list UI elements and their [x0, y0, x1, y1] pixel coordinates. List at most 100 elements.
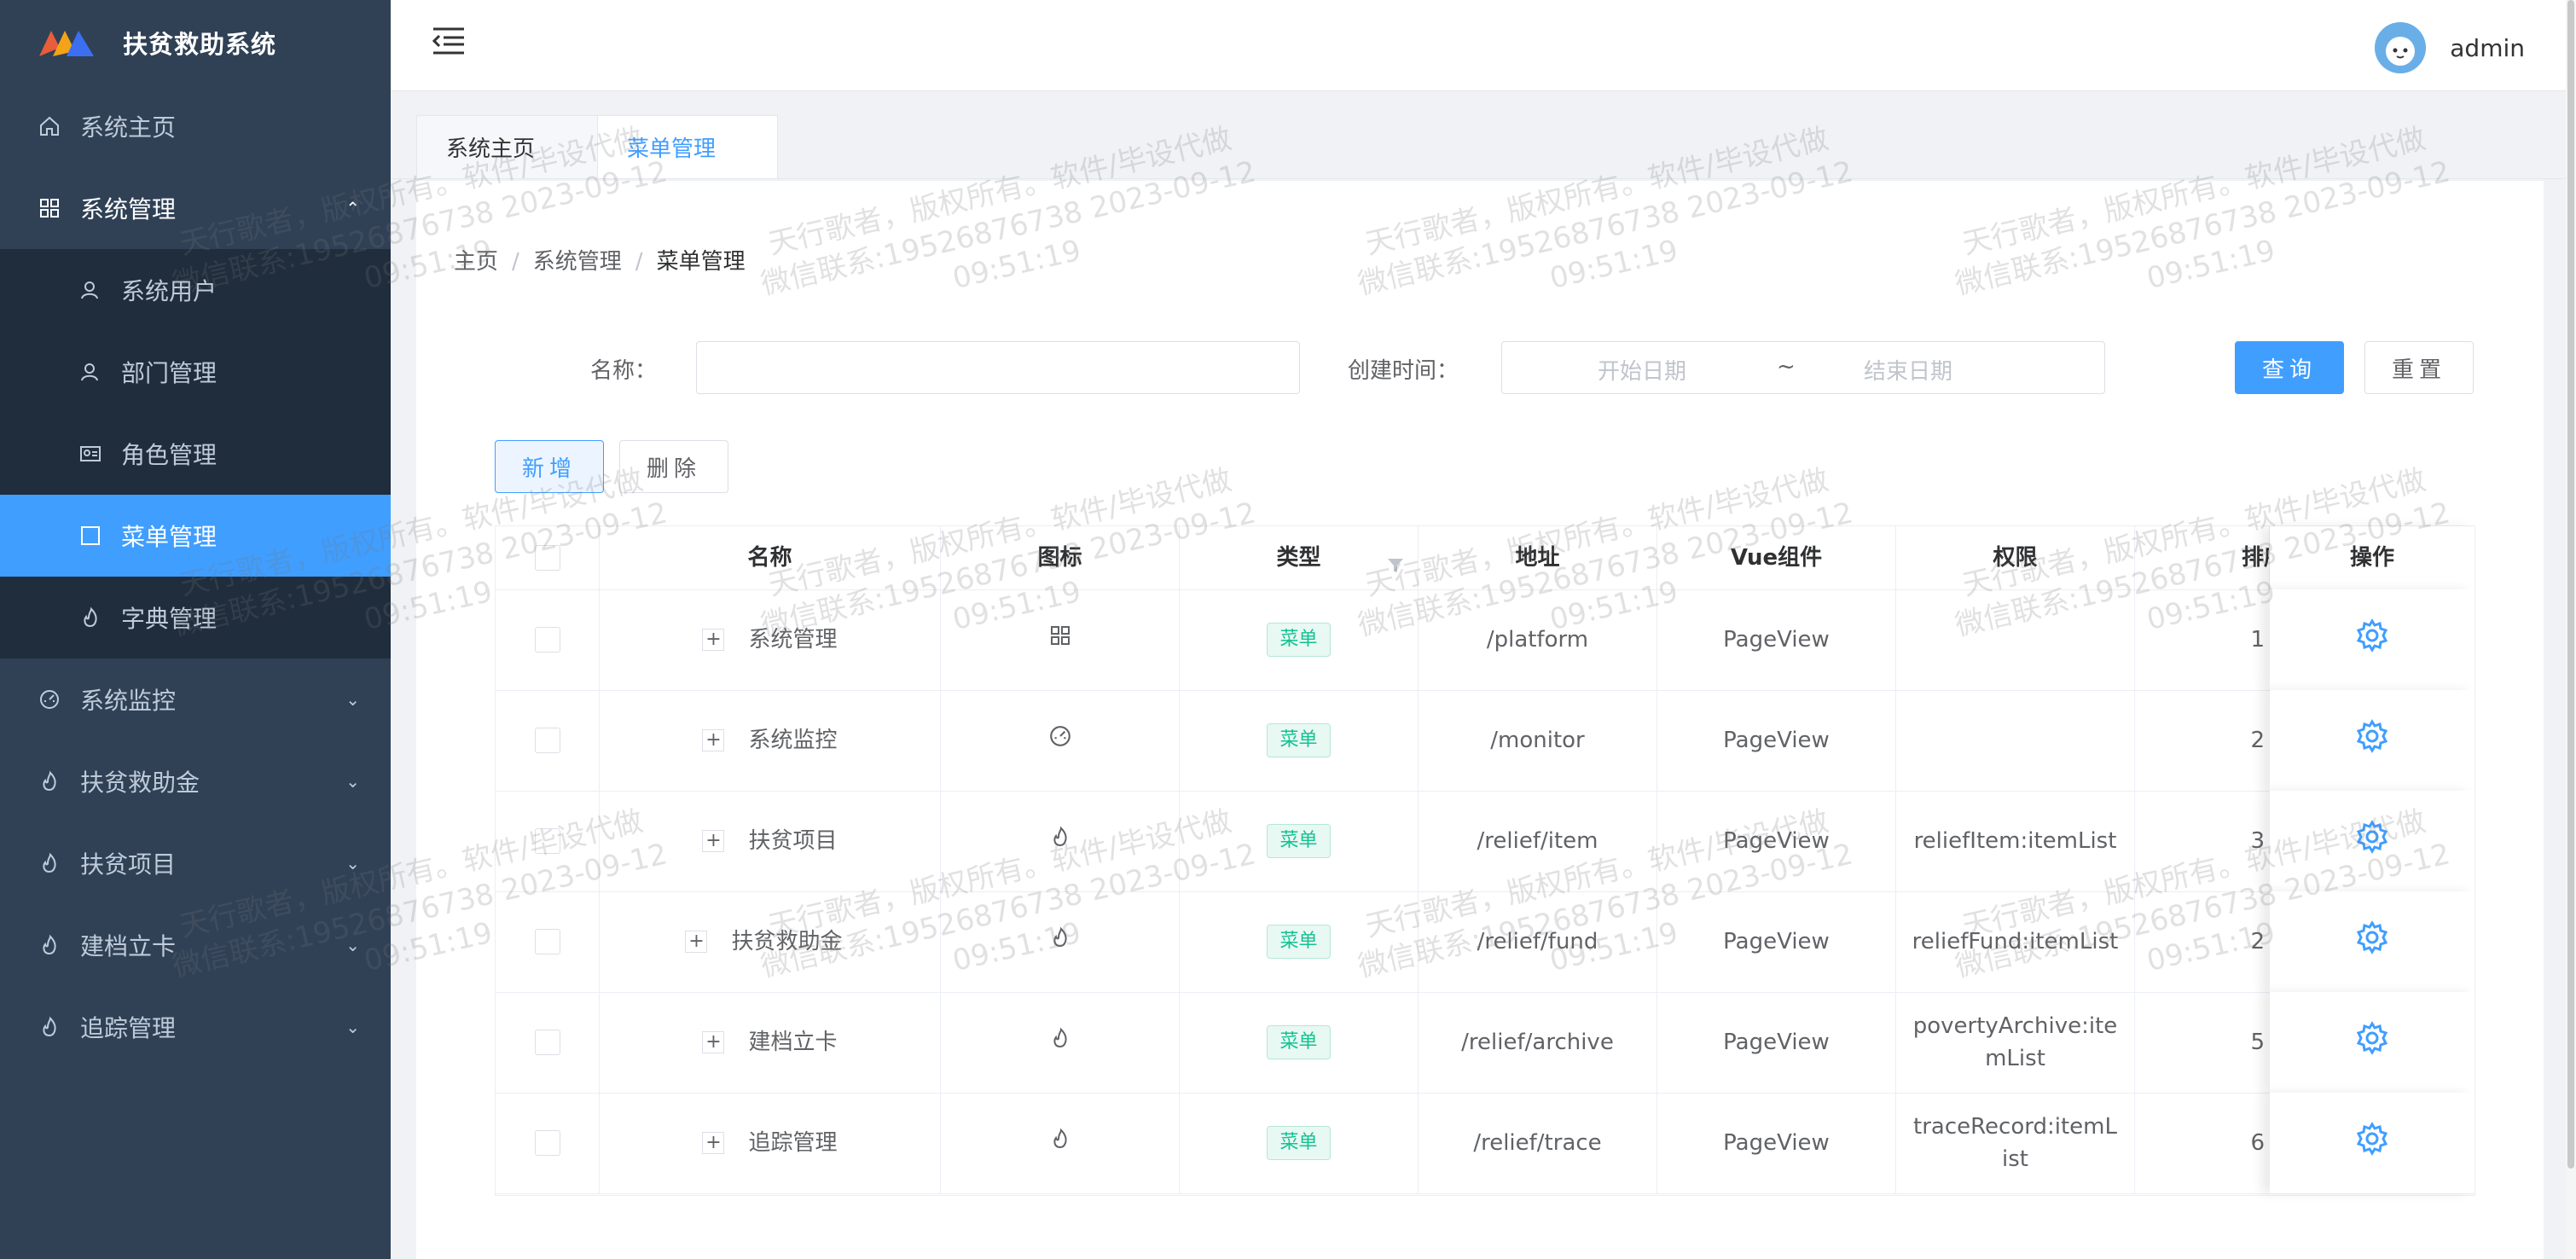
- header-component: Vue组件: [1657, 526, 1896, 589]
- sidebar-item-dictionary[interactable]: 字典管理: [0, 577, 391, 659]
- scrollbar-thumb[interactable]: [2567, 0, 2574, 1169]
- type-tag: 菜单: [1267, 1126, 1331, 1160]
- header-permission: 权限: [1896, 526, 2135, 589]
- sidebar-item-monitor[interactable]: 系统监控 ⌄: [0, 659, 391, 740]
- header-name: 名称: [600, 526, 941, 589]
- sidebar-item-roles[interactable]: 角色管理: [0, 413, 391, 495]
- operation-cell: [2270, 791, 2474, 891]
- sidebar-item-trace[interactable]: 追踪管理 ⌄: [0, 986, 391, 1068]
- sidebar-item-archive[interactable]: 建档立卡 ⌄: [0, 904, 391, 986]
- expand-icon[interactable]: +: [702, 1031, 725, 1053]
- chevron-down-icon: ⌄: [345, 1017, 360, 1037]
- sort-cell: 2: [2250, 929, 2265, 954]
- settings-gear-icon[interactable]: [2355, 718, 2389, 763]
- row-checkbox[interactable]: [534, 929, 560, 954]
- row-checkbox[interactable]: [534, 1130, 560, 1156]
- row-checkbox[interactable]: [534, 627, 560, 653]
- type-cell: 菜单: [1180, 690, 1419, 791]
- path-cell: /monitor: [1419, 690, 1657, 791]
- type-cell: 菜单: [1180, 589, 1419, 690]
- icon-cell: [941, 1093, 1180, 1193]
- sidebar-item-label: 系统管理: [80, 195, 177, 223]
- sidebar-item-system[interactable]: 系统管理 ⌃: [0, 167, 391, 249]
- header-type[interactable]: 类型: [1180, 526, 1419, 589]
- select-all-checkbox[interactable]: [534, 545, 560, 571]
- expand-icon[interactable]: +: [702, 729, 725, 751]
- menu-name: 系统监控: [748, 728, 838, 753]
- sort-cell: 2: [2250, 728, 2265, 753]
- sidebar-item-fund[interactable]: 扶贫救助金 ⌄: [0, 740, 391, 822]
- sidebar-item-menus[interactable]: 菜单管理: [0, 495, 391, 577]
- expand-icon[interactable]: +: [685, 931, 708, 953]
- table-row[interactable]: + 扶贫项目 菜单 /relief/item PageView reliefIte…: [496, 791, 2474, 892]
- icon-cell: [941, 589, 1180, 690]
- row-checkbox[interactable]: [534, 1030, 560, 1055]
- sidebar-item-label: 系统主页: [80, 113, 177, 142]
- table-row[interactable]: + 建档立卡 菜单 /relief/archive PageView povert…: [496, 992, 2474, 1094]
- chevron-down-icon: ⌄: [345, 689, 360, 710]
- sidebar-item-users[interactable]: 系统用户: [0, 249, 391, 331]
- settings-gear-icon[interactable]: [2355, 1121, 2389, 1165]
- username: admin: [2450, 33, 2525, 62]
- tab-home[interactable]: 系统主页: [416, 115, 599, 178]
- menu-name: 系统管理: [748, 627, 838, 653]
- filter-icon[interactable]: [1387, 550, 1404, 583]
- expand-icon[interactable]: +: [702, 1132, 725, 1154]
- sidebar-item-home[interactable]: 系统主页: [0, 85, 391, 167]
- table-row[interactable]: + 系统管理 菜单 /platform PageView 1: [496, 589, 2474, 691]
- sidebar-item-label: 菜单管理: [121, 523, 218, 551]
- end-date-input[interactable]: 结束日期: [1864, 354, 1952, 386]
- menu-name: 扶贫项目: [748, 828, 838, 854]
- permission-cell: reliefItem:itemList: [1896, 791, 2135, 891]
- operation-cell-inner: [2270, 891, 2474, 992]
- date-range-picker[interactable]: 开始日期 ~ 结束日期: [1501, 341, 2105, 394]
- permission-cell: povertyArchive:itemList: [1896, 992, 2135, 1093]
- name-search-input[interactable]: [696, 341, 1300, 394]
- breadcrumb-home[interactable]: 主页: [454, 249, 498, 275]
- operation-cell: [2270, 690, 2474, 791]
- settings-gear-icon[interactable]: [2355, 819, 2389, 863]
- avatar[interactable]: [2375, 22, 2427, 73]
- breadcrumb-current: 菜单管理: [656, 249, 746, 275]
- menu-name: 扶贫救助金: [731, 929, 843, 954]
- sidebar-item-departments[interactable]: 部门管理: [0, 331, 391, 413]
- type-tag: 菜单: [1267, 1025, 1331, 1059]
- table-row[interactable]: + 扶贫救助金 菜单 /relief/fund PageView reliefFu…: [496, 891, 2474, 993]
- tab-label: 系统主页: [446, 136, 536, 162]
- settings-gear-icon[interactable]: [2355, 1020, 2389, 1065]
- row-checkbox[interactable]: [534, 828, 560, 854]
- header-operation-cell: 操作: [2270, 526, 2474, 589]
- date-range-separator: ~: [1777, 354, 1796, 380]
- app-logo[interactable]: 扶贫救助系统: [0, 0, 391, 85]
- query-button[interactable]: 查询: [2235, 341, 2344, 394]
- breadcrumb-parent[interactable]: 系统管理: [533, 249, 622, 275]
- type-cell: 菜单: [1180, 1093, 1419, 1193]
- name-cell: + 追踪管理: [600, 1093, 941, 1193]
- expand-icon[interactable]: +: [702, 830, 725, 852]
- table-row[interactable]: + 追踪管理 菜单 /relief/trace PageView traceRec…: [496, 1093, 2474, 1194]
- add-button[interactable]: 新增: [495, 440, 604, 493]
- collapse-menu-icon[interactable]: [432, 26, 466, 56]
- settings-gear-icon[interactable]: [2355, 920, 2389, 964]
- expand-icon[interactable]: +: [702, 629, 725, 651]
- chevron-down-icon: ⌄: [345, 853, 360, 873]
- sidebar-item-project[interactable]: 扶贫项目 ⌄: [0, 822, 391, 904]
- operation-cell-inner: [2270, 791, 2474, 891]
- table-row[interactable]: + 系统监控 菜单 /monitor PageView 2: [496, 690, 2474, 792]
- start-date-input[interactable]: 开始日期: [1598, 354, 1686, 386]
- row-checkbox[interactable]: [534, 728, 560, 753]
- sort-cell: 6: [2250, 1130, 2265, 1156]
- permission-cell: [1896, 690, 2135, 791]
- grid-icon: [38, 196, 61, 220]
- page-scrollbar[interactable]: [2566, 0, 2576, 1259]
- delete-button[interactable]: 删除: [619, 440, 728, 493]
- tab-menu-management[interactable]: 菜单管理: [597, 115, 778, 178]
- reset-button[interactable]: 重置: [2364, 341, 2474, 394]
- chevron-down-icon: ⌄: [345, 935, 360, 955]
- user-menu[interactable]: admin: [2375, 22, 2525, 73]
- permission-cell: [1896, 589, 2135, 690]
- header-path: 地址: [1419, 526, 1657, 589]
- settings-gear-icon[interactable]: [2355, 618, 2389, 662]
- row-select-cell: [496, 891, 600, 992]
- path-cell: /relief/trace: [1419, 1093, 1657, 1193]
